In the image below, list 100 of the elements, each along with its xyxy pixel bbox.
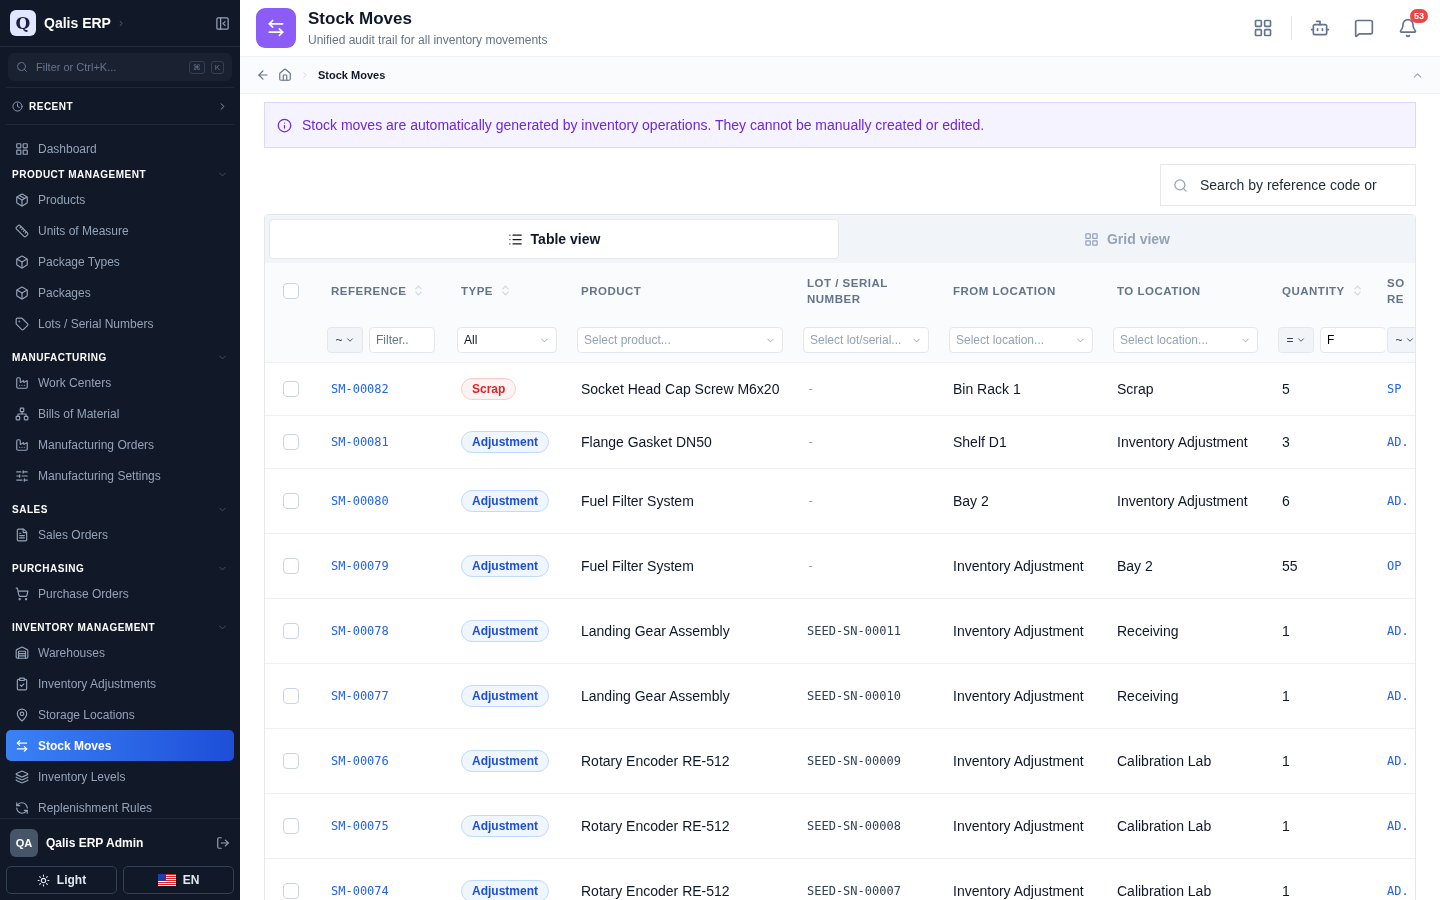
table-cell: Socket Head Cap Screw M6x20: [581, 381, 780, 397]
operator-select[interactable]: =: [1278, 327, 1314, 353]
recent-section[interactable]: RECENT: [6, 87, 234, 125]
reference-link[interactable]: SM-00081: [331, 435, 389, 449]
reference-link[interactable]: SM-00076: [331, 754, 389, 768]
sidebar-item[interactable]: Packages: [6, 277, 234, 308]
row-checkbox[interactable]: [283, 493, 299, 509]
chevron-down-icon: [1404, 335, 1415, 345]
source-link[interactable]: AD.: [1387, 754, 1409, 768]
table-cell: SEED-SN-00009: [807, 754, 901, 768]
column-header[interactable]: QUANTITY: [1282, 282, 1345, 299]
filter-field[interactable]: Filter..: [369, 327, 435, 353]
reference-link[interactable]: SM-00077: [331, 689, 389, 703]
table-cell: Bin Rack 1: [953, 381, 1021, 397]
row-checkbox[interactable]: [283, 381, 299, 397]
bell-icon[interactable]: [1398, 18, 1418, 38]
sidebar-item[interactable]: Sales Orders: [6, 519, 234, 550]
select-all-checkbox[interactable]: [283, 282, 299, 299]
type-badge: Adjustment: [461, 431, 549, 453]
column-header[interactable]: REFERENCE: [331, 282, 407, 299]
row-checkbox[interactable]: [283, 688, 299, 704]
info-icon: [277, 117, 292, 133]
row-checkbox[interactable]: [283, 434, 299, 450]
refresh-icon: [15, 800, 29, 815]
filter-select[interactable]: All: [457, 327, 557, 353]
sidebar-item[interactable]: Inventory Adjustments: [6, 668, 234, 699]
source-link[interactable]: AD.: [1387, 884, 1409, 898]
theme-button[interactable]: Light: [6, 866, 117, 894]
sidebar-item[interactable]: Warehouses: [6, 637, 234, 668]
sidebar-item[interactable]: Products: [6, 184, 234, 215]
document-icon: [15, 527, 29, 542]
type-badge: Adjustment: [461, 750, 549, 772]
column-header[interactable]: TYPE: [461, 282, 494, 299]
sidebar-item[interactable]: Purchase Orders: [6, 578, 234, 609]
reference-link[interactable]: SM-00075: [331, 819, 389, 833]
collapse-sidebar-icon[interactable]: [215, 15, 230, 31]
reference-link[interactable]: SM-00080: [331, 494, 389, 508]
sidebar-item[interactable]: Units of Measure: [6, 215, 234, 246]
type-badge: Adjustment: [461, 880, 549, 900]
row-checkbox[interactable]: [283, 883, 299, 899]
logout-icon[interactable]: [216, 835, 230, 850]
notification-badge: 53: [1410, 9, 1428, 23]
operator-select[interactable]: ~: [1387, 327, 1415, 353]
sidebar-item[interactable]: Stock Moves: [6, 730, 234, 761]
home-icon[interactable]: [278, 68, 292, 82]
sidebar-item[interactable]: Dashboard: [6, 133, 234, 164]
table-cell: 1: [1282, 753, 1290, 769]
hierarchy-icon: [15, 406, 29, 421]
sidebar-item[interactable]: Bills of Material: [6, 398, 234, 429]
filter-field[interactable]: F: [1320, 327, 1385, 353]
page-subtitle: Unified audit trail for all inventory movements: [308, 33, 549, 47]
table-cell: SEED-SN-00010: [807, 689, 901, 703]
sidebar-item[interactable]: Replenishment Rules: [6, 792, 234, 818]
type-badge: Scrap: [461, 378, 517, 400]
info-banner: Stock moves are automatically generated by inventory operations. They cannot be manually created or edited.: [264, 102, 1416, 148]
reference-link[interactable]: SM-00082: [331, 382, 389, 396]
table-cell: -: [807, 435, 815, 449]
breadcrumb-item: Stock Moves: [318, 69, 386, 81]
row-checkbox[interactable]: [283, 623, 299, 639]
factory-icon: [15, 437, 29, 452]
table-cell: Calibration Lab: [1117, 883, 1212, 899]
reference-link[interactable]: SM-00079: [331, 559, 389, 573]
source-link[interactable]: AD.: [1387, 819, 1409, 833]
shortcut-key: K: [210, 60, 224, 74]
column-header: SO RE: [1387, 275, 1406, 307]
column-header: LOT / SERIAL NUMBER: [807, 275, 889, 307]
table-cell: Inventory Adjustment: [953, 883, 1084, 899]
row-checkbox[interactable]: [283, 558, 299, 574]
shortcut-key: ⌘: [188, 60, 205, 74]
table-cell: Inventory Adjustment: [953, 558, 1084, 574]
view-tab[interactable]: Table view: [269, 219, 839, 259]
language-button[interactable]: EN: [123, 866, 234, 894]
filter-field[interactable]: Filter or Ctrl+K...: [34, 60, 183, 74]
sidebar-item[interactable]: Inventory Levels: [6, 761, 234, 792]
chevron-down-icon: [1295, 335, 1306, 345]
sidebar-item[interactable]: Package Types: [6, 246, 234, 277]
row-checkbox[interactable]: [283, 818, 299, 834]
reference-link[interactable]: SM-00078: [331, 624, 389, 638]
table-cell: Landing Gear Assembly: [581, 623, 730, 639]
sidebar-item[interactable]: Work Centers: [6, 367, 234, 398]
sidebar-item[interactable]: Manufacturing Settings: [6, 460, 234, 491]
sidebar-item[interactable]: Storage Locations: [6, 699, 234, 730]
filter-bar[interactable]: Filter or Ctrl+K... ⌘ K: [8, 53, 232, 81]
row-checkbox[interactable]: [283, 753, 299, 769]
sidebar-item[interactable]: Lots / Serial Numbers: [6, 308, 234, 339]
source-link[interactable]: AD.: [1387, 689, 1409, 703]
table-cell: Calibration Lab: [1117, 818, 1212, 834]
flag-icon: [157, 874, 176, 886]
reference-link[interactable]: SM-00074: [331, 884, 389, 898]
source-link[interactable]: SP: [1387, 382, 1402, 396]
source-link[interactable]: AD.: [1387, 494, 1409, 508]
operator-select[interactable]: ~: [327, 327, 363, 353]
search-bar[interactable]: Search by reference code or: [1160, 164, 1416, 206]
source-link[interactable]: AD.: [1387, 624, 1409, 638]
column-header: FROM LOCATION: [953, 283, 1056, 299]
sidebar-item[interactable]: Manufacturing Orders: [6, 429, 234, 460]
source-link[interactable]: AD.: [1387, 435, 1409, 449]
table-cell: 1: [1282, 818, 1290, 834]
source-link[interactable]: OP: [1387, 559, 1402, 573]
table-cell: Inventory Adjustment: [953, 753, 1084, 769]
